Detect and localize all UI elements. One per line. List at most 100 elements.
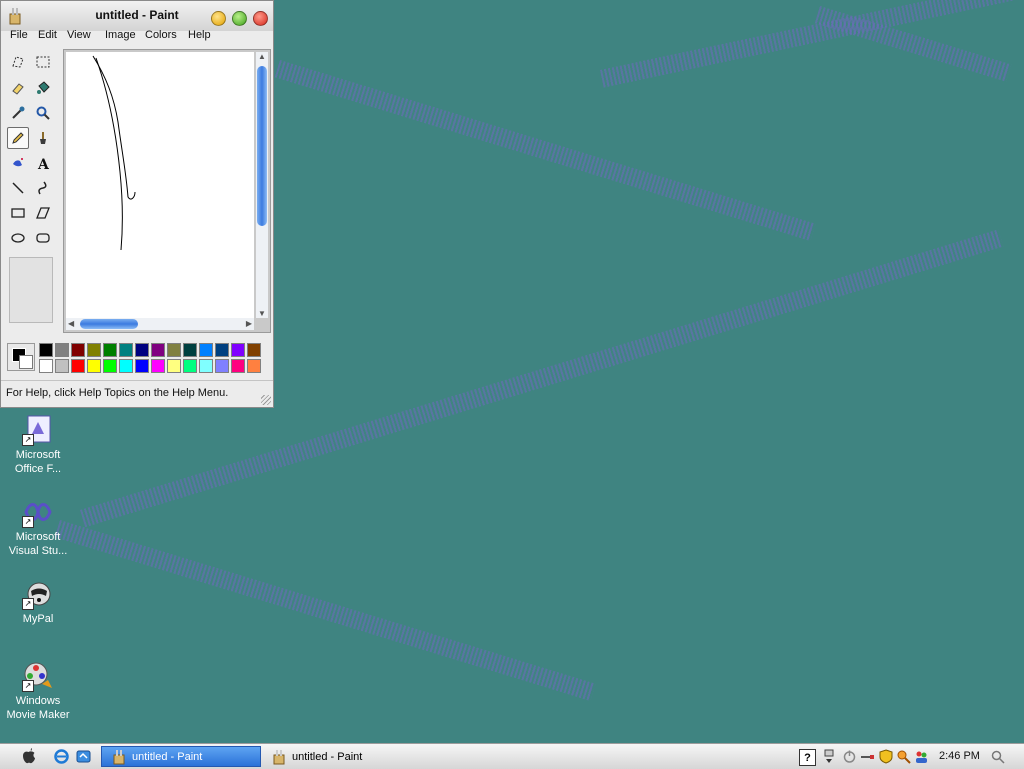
desktop-icon-label: Windows [15,695,61,707]
color-swatch[interactable] [199,343,213,357]
background-color [19,355,33,369]
color-swatch[interactable] [231,359,245,373]
color-swatch[interactable] [231,343,245,357]
color-swatch[interactable] [135,343,149,357]
menu-file[interactable]: File [10,29,28,41]
usb-tray-icon[interactable] [860,749,875,764]
free-select-icon[interactable] [7,51,29,73]
menu-view[interactable]: View [67,29,91,41]
vertical-scroll-thumb[interactable] [257,66,267,226]
tool-options-panel[interactable] [9,257,53,323]
menu-edit[interactable]: Edit [38,29,57,41]
scroll-up-icon[interactable]: ▲ [258,52,266,61]
movie-maker-icon: ↗ [22,660,54,692]
canvas-area: ▲ ▼ ◀ ▶ [63,49,271,333]
color-swatch[interactable] [87,343,101,357]
task-button-paint[interactable]: untitled - Paint [262,746,422,767]
menu-colors[interactable]: Colors [145,29,177,41]
spotlight-search-icon[interactable] [990,749,1005,764]
task-button-paint-active[interactable]: untitled - Paint [101,746,261,767]
power-tray-icon[interactable] [842,749,857,764]
color-swatch[interactable] [151,359,165,373]
color-swatch[interactable] [215,359,229,373]
resize-grip-icon[interactable] [261,395,271,405]
users-tray-icon[interactable] [914,749,929,764]
ellipse-icon[interactable] [7,227,29,249]
color-swatch[interactable] [183,359,197,373]
wallpaper-stripe [600,0,1015,88]
color-swatch[interactable] [103,343,117,357]
horizontal-scroll-thumb[interactable] [80,319,138,329]
help-tray-icon[interactable]: ? [799,749,816,766]
vertical-scrollbar[interactable]: ▲ ▼ [256,52,268,318]
close-button[interactable] [253,11,268,26]
color-swatch[interactable] [55,359,69,373]
color-swatch[interactable] [55,343,69,357]
scroll-right-icon[interactable]: ▶ [246,319,252,328]
color-swatch[interactable] [87,359,101,373]
security-shield-icon[interactable] [878,749,893,764]
magnifier-icon[interactable] [32,102,54,124]
rect-select-icon[interactable] [32,51,54,73]
menu-help[interactable]: Help [188,29,211,41]
taskbar: untitled - Paint untitled - Paint ? 2:46… [0,743,1024,769]
search-tray-icon[interactable] [896,749,911,764]
color-swatch[interactable] [71,343,85,357]
color-swatch[interactable] [199,359,213,373]
start-apple-icon[interactable] [20,748,36,764]
status-text: For Help, click Help Topics on the Help … [6,387,229,399]
network-tray-icon[interactable] [821,749,836,764]
text-icon[interactable]: A [32,152,54,174]
paint-task-icon [113,749,125,764]
line-icon[interactable] [7,177,29,199]
scroll-down-icon[interactable]: ▼ [258,309,266,318]
color-swatch[interactable] [247,343,261,357]
desktop-icon-label: Microsoft [15,449,61,461]
color-swatch[interactable] [119,343,133,357]
curve-icon[interactable] [32,177,54,199]
drawing-canvas[interactable] [66,52,254,318]
airbrush-icon[interactable] [7,152,29,174]
office-icon: ↗ [22,414,54,446]
desktop-icon-label: Movie Maker [6,709,70,721]
color-swatch[interactable] [103,359,117,373]
desktop-icon-office[interactable]: ↗ Microsoft Office F... [0,414,76,476]
color-swatch[interactable] [247,359,261,373]
color-swatch[interactable] [39,359,53,373]
current-colors[interactable] [7,343,35,371]
wallpaper-stripe [54,520,596,701]
rounded-rect-icon[interactable] [32,227,54,249]
visual-studio-icon: ↗ [22,496,54,528]
scroll-left-icon[interactable]: ◀ [68,319,74,328]
color-swatch[interactable] [167,343,181,357]
color-swatch[interactable] [215,343,229,357]
desktop-icon-visual-studio[interactable]: ↗ Microsoft Visual Stu... [0,496,76,558]
color-swatch[interactable] [119,359,133,373]
color-picker-icon[interactable] [7,102,29,124]
maximize-button[interactable] [232,11,247,26]
internet-explorer-icon[interactable] [54,749,69,764]
polygon-icon[interactable] [32,202,54,224]
color-swatch[interactable] [71,359,85,373]
color-swatch[interactable] [167,359,181,373]
desktop-shortcut-icon[interactable] [76,749,91,764]
color-swatch[interactable] [183,343,197,357]
title-bar[interactable]: untitled - Paint [1,1,273,31]
task-label: untitled - Paint [292,750,363,763]
color-swatch[interactable] [151,343,165,357]
desktop-icon-label: Visual Stu... [8,545,68,557]
horizontal-scrollbar[interactable]: ◀ ▶ [66,318,254,330]
desktop-icon-mypal[interactable]: ↗ MyPal [0,578,76,626]
eraser-icon[interactable] [7,77,29,99]
color-swatch[interactable] [39,343,53,357]
fill-icon[interactable] [32,77,54,99]
color-swatch[interactable] [135,359,149,373]
minimize-button[interactable] [211,11,226,26]
rectangle-icon[interactable] [7,202,29,224]
brush-icon[interactable] [32,127,54,149]
desktop-icon-movie-maker[interactable]: ↗ Windows Movie Maker [0,660,76,722]
task-label: untitled - Paint [132,750,203,763]
menu-image[interactable]: Image [105,29,136,41]
pencil-icon[interactable] [7,127,29,149]
shortcut-arrow-icon: ↗ [22,680,34,692]
